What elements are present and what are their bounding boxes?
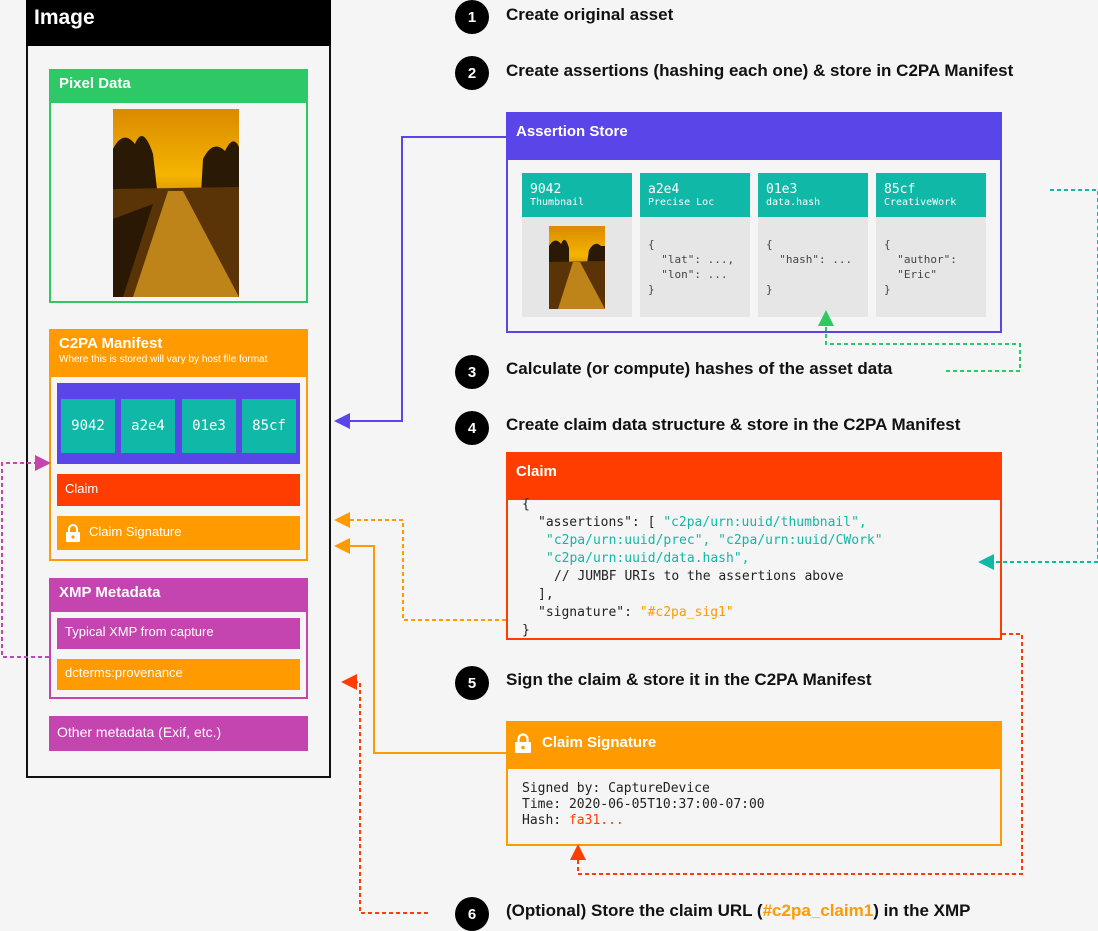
arrow-claim-url-to-xmp	[341, 674, 428, 914]
connector-arrows	[1, 136, 1098, 914]
arrow-hash-asset-data	[818, 310, 1021, 372]
arrow-assertions-to-claim	[978, 189, 1098, 570]
arrow-assertion-store-to-manifest	[334, 136, 506, 429]
arrow-provenance-to-manifest	[1, 455, 51, 658]
arrow-signature-to-manifest	[334, 538, 506, 754]
arrow-claim-to-signature	[570, 633, 1023, 875]
arrow-claim-to-manifest	[334, 512, 506, 621]
